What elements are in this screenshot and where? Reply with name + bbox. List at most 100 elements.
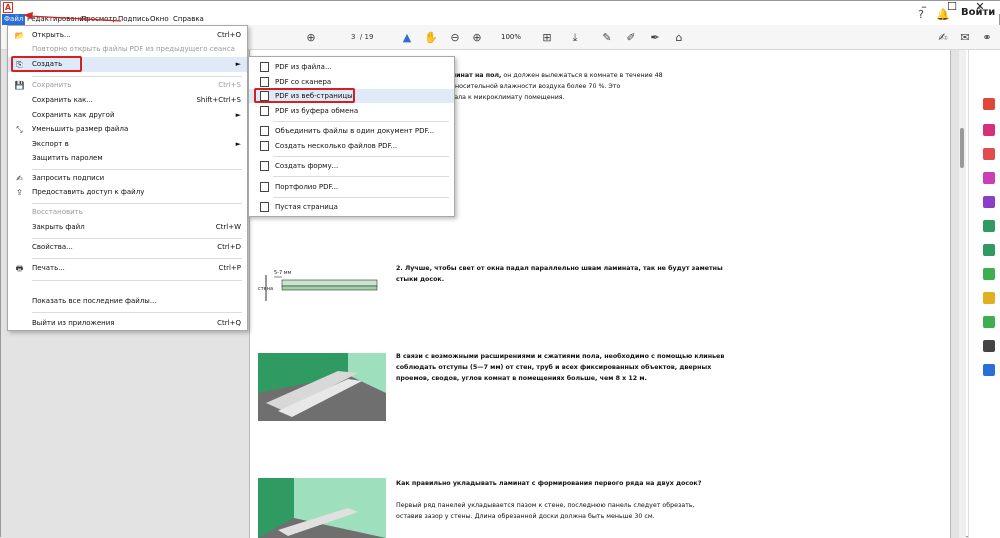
menu-item-save-as[interactable]: Сохранить как... Shift+Ctrl+S	[8, 93, 247, 108]
menu-item-request-signatures[interactable]: ✍ Запросить подписи	[8, 171, 247, 186]
notifications-icon[interactable]: 🔔	[935, 7, 951, 23]
menu-item-label: Свойства...	[32, 243, 73, 251]
submenu-item-create-multiple[interactable]: Создать несколько файлов PDF...	[249, 139, 454, 153]
mail-icon[interactable]: ✉	[957, 30, 973, 46]
comment-tool-icon[interactable]	[983, 292, 995, 304]
paragraph-1-line1: он должен вылежаться в комнате в течение…	[501, 72, 663, 79]
blank-page-icon	[260, 202, 269, 212]
edit-pdf-tool-icon[interactable]	[983, 148, 995, 160]
fill-sign-tool-icon[interactable]	[983, 220, 995, 232]
export-pdf-tool-icon[interactable]	[983, 98, 995, 110]
annotation-arrow-icon	[23, 12, 122, 22]
menu-separator	[32, 169, 242, 170]
expansion-gap-photo	[258, 353, 386, 421]
submenu-arrow-icon: ►	[235, 60, 241, 68]
save-download-icon[interactable]: ⤓	[567, 30, 583, 46]
folder-open-icon: 📂	[14, 31, 25, 40]
submenu-item-label: PDF со сканера	[275, 78, 332, 86]
menu-item-revert[interactable]: Восстановить	[8, 205, 247, 220]
zoom-in-icon[interactable]: ⊕	[469, 30, 485, 46]
menu-item-label: Сохранить как...	[32, 96, 94, 104]
compress-icon: ⤡	[16, 125, 23, 134]
menu-item-reopen-session[interactable]: Повторно открыть файлы PDF из предыдущег…	[8, 42, 247, 57]
organize-pages-tool-icon[interactable]	[983, 172, 995, 184]
select-cursor-icon[interactable]: ▲	[399, 30, 415, 46]
compare-tool-icon[interactable]	[983, 244, 995, 256]
menu-item-label: Закрыть файл	[32, 223, 85, 231]
page-current[interactable]: 3	[351, 33, 355, 41]
submenu-item-label: Объединить файлы в один документ PDF...	[275, 127, 435, 135]
menu-item-label: Восстановить	[32, 208, 83, 216]
menu-item-shortcut: Shift+Ctrl+S	[196, 96, 241, 104]
create-pdf-tool-icon[interactable]	[983, 124, 995, 136]
submenu-separator	[273, 156, 449, 157]
sign-pen-icon[interactable]: ✍	[935, 30, 951, 46]
page-up-icon[interactable]: ⊕	[303, 30, 319, 46]
submenu-separator	[273, 121, 449, 122]
menu-item-exit[interactable]: Выйти из приложения Ctrl+Q	[8, 316, 247, 331]
menu-separator	[32, 203, 242, 204]
submenu-item-label: Пустая страница	[275, 203, 338, 211]
scan-tool-icon[interactable]	[983, 268, 995, 280]
comment-icon[interactable]: ✎	[599, 30, 615, 46]
more-tools-icon[interactable]	[983, 364, 995, 376]
menu-item-save[interactable]: 💾 Сохранить Ctrl+S	[8, 78, 247, 93]
menu-item-label: Печать...	[32, 264, 65, 272]
zoom-out-icon[interactable]: ⊖	[447, 30, 463, 46]
submenu-item-label: Создать форму...	[275, 162, 339, 170]
submenu-separator	[273, 176, 449, 177]
menu-window[interactable]: Окно	[148, 14, 171, 25]
print-production-tool-icon[interactable]	[983, 316, 995, 328]
submenu-item-portfolio[interactable]: Портфолио PDF...	[249, 180, 454, 194]
menu-item-label: Предоставить доступ к файлу	[32, 188, 145, 196]
portfolio-icon	[260, 182, 269, 192]
web-page-highlight-box	[254, 88, 355, 103]
clipboard-icon	[260, 106, 269, 116]
submenu-item-combine-files[interactable]: Объединить файлы в один документ PDF...	[249, 124, 454, 138]
submenu-item-create-form[interactable]: Создать форму...	[249, 159, 454, 173]
menu-item-share[interactable]: ⇪ Предоставить доступ к файлу	[8, 185, 247, 200]
menu-item-recent-files[interactable]: Показать все последние файлы...	[8, 294, 247, 309]
submenu-item-label: PDF из файла...	[275, 63, 332, 71]
page-fit-icon[interactable]: ⊞	[539, 30, 555, 46]
share-icon: ⇪	[16, 188, 23, 197]
link-icon[interactable]: ⚭	[979, 30, 995, 46]
menu-item-save-as-other[interactable]: Сохранить как другой ►	[8, 108, 247, 123]
paragraph-4: Как правильно укладывать ламинат с форми…	[396, 478, 701, 522]
submenu-item-blank-page[interactable]: Пустая страница	[249, 200, 454, 214]
text-edit-icon[interactable]: ⌂	[671, 30, 687, 46]
multiple-files-icon	[260, 141, 269, 151]
draw-icon[interactable]: ✒	[647, 30, 663, 46]
submenu-item-label: Создать несколько файлов PDF...	[275, 142, 398, 150]
menu-item-properties[interactable]: Свойства... Ctrl+D	[8, 240, 247, 255]
request-sign-tool-icon[interactable]	[983, 196, 995, 208]
submenu-item-pdf-from-file[interactable]: PDF из файла...	[249, 60, 454, 74]
menu-item-protect[interactable]: Защитить паролем	[8, 151, 247, 166]
menu-item-shortcut: Ctrl+P	[218, 264, 241, 272]
submenu-item-label: Портфолио PDF...	[275, 183, 339, 191]
page-indicator: 3 / 19	[351, 29, 373, 45]
menu-item-label: Сохранить как другой	[32, 111, 115, 119]
vertical-scrollbar[interactable]	[959, 50, 966, 538]
hand-tool-icon[interactable]: ✋	[423, 30, 439, 46]
zoom-level[interactable]: 100%	[491, 29, 531, 45]
menu-item-label: Защитить паролем	[32, 154, 103, 162]
menu-item-reduce-size[interactable]: ⤡ Уменьшить размер файла	[8, 122, 247, 137]
menu-help[interactable]: Справка	[171, 14, 206, 25]
menu-item-export[interactable]: Экспорт в ►	[8, 137, 247, 152]
menu-item-close-file[interactable]: Закрыть файл Ctrl+W	[8, 220, 247, 235]
menu-item-label: Уменьшить размер файла	[32, 125, 129, 133]
menu-separator	[32, 238, 242, 239]
submenu-item-pdf-from-scanner[interactable]: PDF со сканера	[249, 75, 454, 89]
first-row-photo	[258, 478, 386, 538]
highlight-icon[interactable]: ✐	[623, 30, 639, 46]
protect-tool-icon[interactable]	[983, 340, 995, 352]
submenu-item-pdf-from-clipboard[interactable]: PDF из буфера обмена	[249, 104, 454, 118]
menu-item-shortcut: Ctrl+O	[217, 31, 241, 39]
sign-in-button[interactable]: Войти	[961, 5, 995, 21]
menu-separator	[32, 258, 242, 259]
help-icon[interactable]: ?	[913, 7, 929, 23]
scrollbar-thumb[interactable]	[960, 128, 964, 168]
laminate-wall-diagram: 5-7 мм стена	[258, 270, 378, 301]
menu-item-print[interactable]: 🖶 Печать... Ctrl+P	[8, 261, 247, 276]
